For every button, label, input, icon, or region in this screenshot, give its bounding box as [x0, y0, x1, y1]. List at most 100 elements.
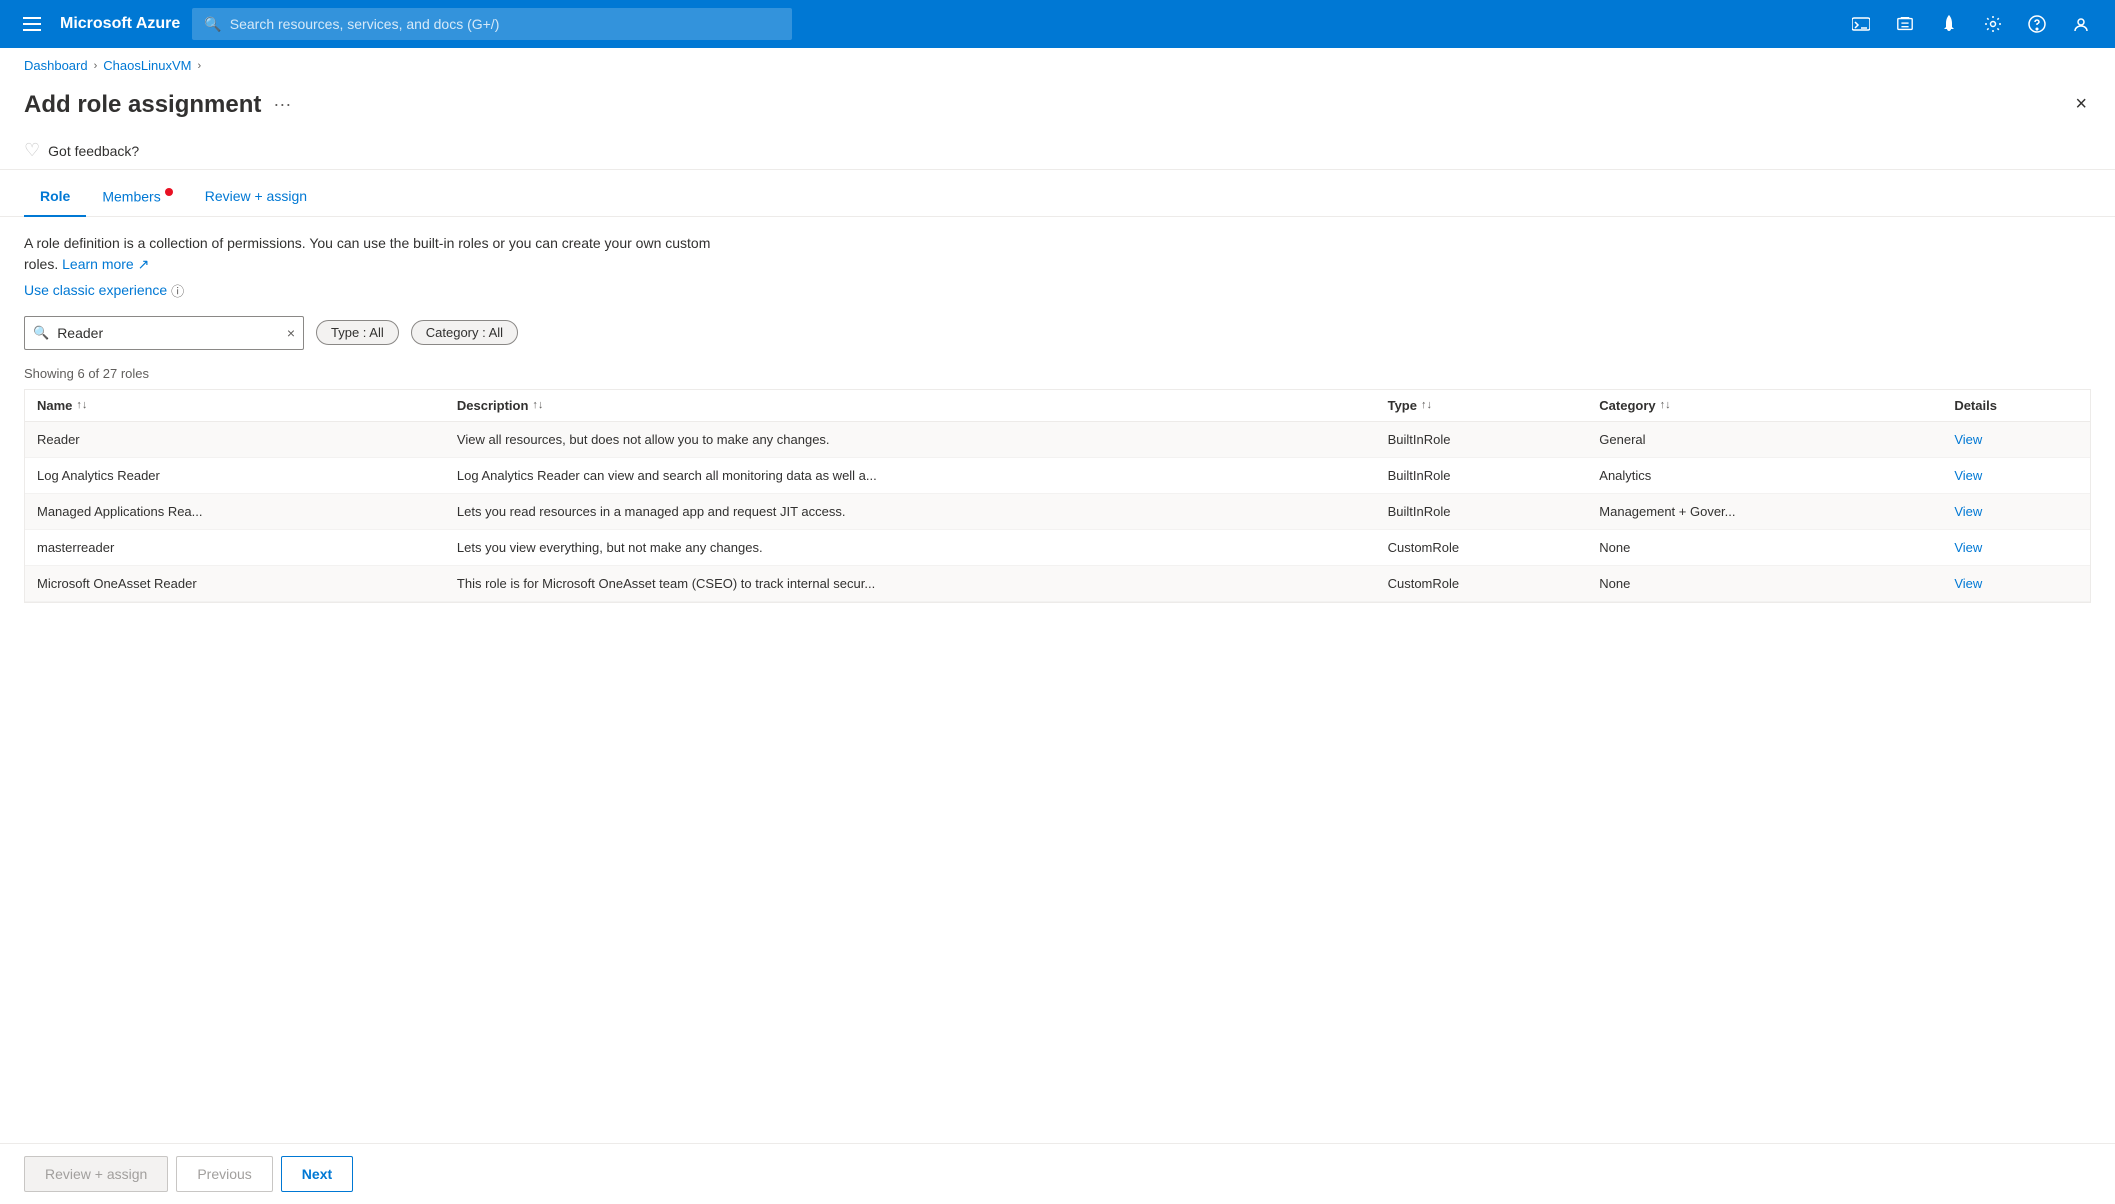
- row-type: BuiltInRole: [1376, 457, 1588, 493]
- row-category: None: [1587, 565, 1942, 601]
- heart-icon: ♡: [24, 140, 40, 161]
- page-title-area: Add role assignment ···: [24, 91, 291, 119]
- search-filter-row: 🔍 × Type : All Category : All: [24, 316, 2091, 350]
- view-link[interactable]: View: [1954, 540, 1982, 555]
- row-description: View all resources, but does not allow y…: [445, 421, 1376, 457]
- col-details: Details: [1942, 390, 2090, 422]
- main-content: A role definition is a collection of per…: [0, 233, 2115, 603]
- learn-more-link[interactable]: Learn more ↗: [62, 256, 149, 272]
- table-row[interactable]: Microsoft OneAsset Reader This role is f…: [25, 565, 2090, 601]
- row-details[interactable]: View: [1942, 421, 2090, 457]
- row-name: Reader: [25, 421, 445, 457]
- type-filter-button[interactable]: Type : All: [316, 320, 399, 345]
- divider: [0, 169, 2115, 170]
- members-dot: [165, 188, 173, 196]
- global-search-input[interactable]: [230, 16, 781, 32]
- view-link[interactable]: View: [1954, 432, 1982, 447]
- hamburger-menu-icon[interactable]: [16, 8, 48, 40]
- tab-bar: Role Members Review + assign: [0, 178, 2115, 217]
- global-search-box[interactable]: 🔍: [192, 8, 792, 40]
- classic-link-anchor[interactable]: Use classic experience: [24, 282, 167, 298]
- close-button[interactable]: ×: [2071, 89, 2091, 120]
- desc-sort-icon: ↑↓: [532, 399, 543, 411]
- desc-sort-btn[interactable]: Description ↑↓: [457, 398, 544, 413]
- row-details[interactable]: View: [1942, 529, 2090, 565]
- top-navigation: Microsoft Azure 🔍: [0, 0, 2115, 48]
- roles-table: Name ↑↓ Description ↑↓ Type ↑↓: [25, 390, 2090, 602]
- type-sort-btn[interactable]: Type ↑↓: [1388, 398, 1432, 413]
- tab-review-assign[interactable]: Review + assign: [189, 178, 323, 217]
- classic-experience-link[interactable]: Use classic experience ⓘ: [24, 281, 2091, 300]
- role-search-input[interactable]: [57, 325, 279, 341]
- row-category: General: [1587, 421, 1942, 457]
- row-description: This role is for Microsoft OneAsset team…: [445, 565, 1376, 601]
- cat-sort-btn[interactable]: Category ↑↓: [1599, 398, 1670, 413]
- breadcrumb: Dashboard › ChaosLinuxVM ›: [0, 48, 2115, 81]
- search-icon: 🔍: [33, 325, 49, 341]
- col-category[interactable]: Category ↑↓: [1587, 390, 1942, 422]
- row-type: CustomRole: [1376, 565, 1588, 601]
- bell-icon[interactable]: [1931, 6, 1967, 42]
- bottom-action-bar: Review + assign Previous Next: [0, 1143, 2115, 1204]
- feedback-label[interactable]: Got feedback?: [48, 143, 139, 159]
- roles-table-container[interactable]: Name ↑↓ Description ↑↓ Type ↑↓: [24, 389, 2091, 603]
- breadcrumb-vm[interactable]: ChaosLinuxVM: [103, 58, 191, 73]
- topnav-icon-group: [1843, 6, 2099, 42]
- table-row[interactable]: Managed Applications Rea... Lets you rea…: [25, 493, 2090, 529]
- showing-label: Showing 6 of 27 roles: [24, 366, 2091, 381]
- view-link[interactable]: View: [1954, 504, 1982, 519]
- info-icon[interactable]: ⓘ: [171, 281, 184, 300]
- review-assign-button[interactable]: Review + assign: [24, 1156, 168, 1192]
- table-row[interactable]: masterreader Lets you view everything, b…: [25, 529, 2090, 565]
- row-details[interactable]: View: [1942, 565, 2090, 601]
- type-sort-icon: ↑↓: [1421, 399, 1432, 411]
- row-type: CustomRole: [1376, 529, 1588, 565]
- col-type[interactable]: Type ↑↓: [1376, 390, 1588, 422]
- breadcrumb-dashboard[interactable]: Dashboard: [24, 58, 88, 73]
- row-name: Log Analytics Reader: [25, 457, 445, 493]
- row-description: Lets you read resources in a managed app…: [445, 493, 1376, 529]
- previous-button[interactable]: Previous: [176, 1156, 272, 1192]
- row-description: Log Analytics Reader can view and search…: [445, 457, 1376, 493]
- table-row[interactable]: Log Analytics Reader Log Analytics Reade…: [25, 457, 2090, 493]
- cloud-shell-icon[interactable]: [1843, 6, 1879, 42]
- view-link[interactable]: View: [1954, 468, 1982, 483]
- row-description: Lets you view everything, but not make a…: [445, 529, 1376, 565]
- next-button[interactable]: Next: [281, 1156, 353, 1192]
- page-title: Add role assignment: [24, 91, 261, 119]
- row-category: None: [1587, 529, 1942, 565]
- view-link[interactable]: View: [1954, 576, 1982, 591]
- search-clear-button[interactable]: ×: [287, 325, 295, 341]
- breadcrumb-sep-1: ›: [94, 60, 98, 72]
- table-row[interactable]: Reader View all resources, but does not …: [25, 421, 2090, 457]
- category-filter-button[interactable]: Category : All: [411, 320, 518, 345]
- row-category: Analytics: [1587, 457, 1942, 493]
- role-search-box: 🔍 ×: [24, 316, 304, 350]
- help-icon[interactable]: [2019, 6, 2055, 42]
- tab-role[interactable]: Role: [24, 178, 86, 217]
- feedback-bar: ♡ Got feedback?: [0, 132, 2115, 169]
- azure-logo: Microsoft Azure: [60, 15, 180, 33]
- search-icon: 🔍: [204, 16, 221, 33]
- row-name: Managed Applications Rea...: [25, 493, 445, 529]
- roles-tbody: Reader View all resources, but does not …: [25, 421, 2090, 601]
- row-type: BuiltInRole: [1376, 421, 1588, 457]
- settings-icon[interactable]: [1975, 6, 2011, 42]
- table-header-row: Name ↑↓ Description ↑↓ Type ↑↓: [25, 390, 2090, 422]
- row-type: BuiltInRole: [1376, 493, 1588, 529]
- breadcrumb-sep-2: ›: [197, 60, 201, 72]
- col-name[interactable]: Name ↑↓: [25, 390, 445, 422]
- tab-members[interactable]: Members: [86, 178, 188, 217]
- row-name: masterreader: [25, 529, 445, 565]
- directory-icon[interactable]: [1887, 6, 1923, 42]
- col-description[interactable]: Description ↑↓: [445, 390, 1376, 422]
- row-details[interactable]: View: [1942, 493, 2090, 529]
- account-icon[interactable]: [2063, 6, 2099, 42]
- name-sort-btn[interactable]: Name ↑↓: [37, 398, 87, 413]
- page-menu-button[interactable]: ···: [273, 94, 291, 115]
- name-sort-icon: ↑↓: [76, 399, 87, 411]
- page-header: Add role assignment ··· ×: [0, 81, 2115, 132]
- role-description-text: A role definition is a collection of per…: [24, 233, 744, 275]
- cat-sort-icon: ↑↓: [1660, 399, 1671, 411]
- row-details[interactable]: View: [1942, 457, 2090, 493]
